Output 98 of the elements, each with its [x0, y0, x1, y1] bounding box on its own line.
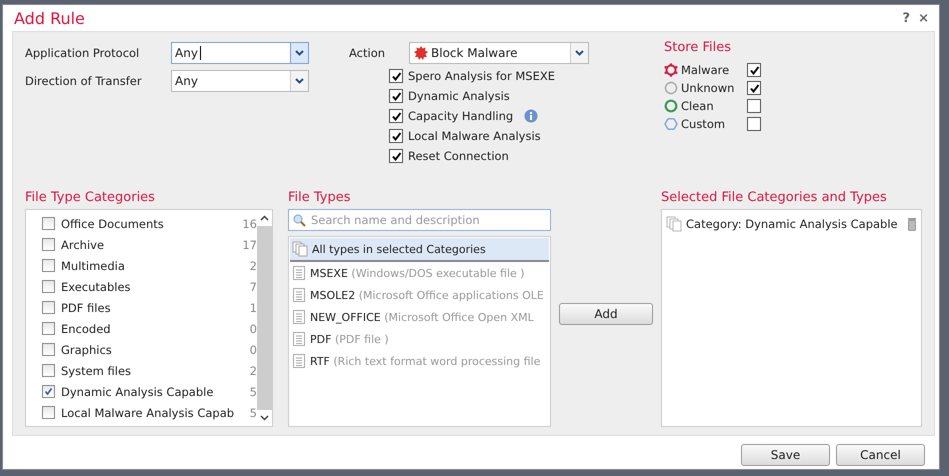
checkbox[interactable]: [747, 117, 761, 131]
footer-button[interactable]: Save: [741, 444, 830, 466]
field-label: Direction of Transfer: [25, 74, 143, 88]
checkbox[interactable]: [42, 343, 55, 356]
chevron-down-icon: [295, 50, 304, 56]
help-button[interactable]: ?: [900, 10, 912, 26]
file-type-item[interactable]: MSOLE2 (Microsoft Office applications OLE: [290, 284, 549, 306]
documents-icon: [292, 241, 308, 257]
circle-icon: [664, 99, 678, 113]
file-type-item[interactable]: RTF (Rich text format word processing file: [290, 350, 549, 372]
checkbox[interactable]: [42, 280, 55, 293]
category-count: 5: [248, 406, 257, 420]
bug-icon: [413, 45, 429, 61]
direction-dropdown[interactable]: Any: [171, 70, 309, 92]
section-heading: File Type Categories: [25, 190, 156, 205]
category-count: 17: [241, 238, 257, 252]
field-label: Application Protocol: [25, 46, 140, 60]
checkbox[interactable]: [389, 149, 403, 163]
checkbox[interactable]: [42, 322, 55, 335]
circle-icon: [664, 81, 678, 95]
action-dropdown[interactable]: Block Malware: [409, 42, 589, 64]
checkbox[interactable]: [42, 364, 55, 377]
checkbox-label: Dynamic Analysis: [408, 89, 510, 103]
category-name: Encoded: [61, 322, 112, 336]
protocol-dropdown[interactable]: Any: [171, 42, 309, 64]
checkbox[interactable]: [42, 217, 55, 230]
trash-icon[interactable]: [907, 217, 917, 231]
checkbox[interactable]: [42, 238, 55, 251]
checkbox[interactable]: [747, 81, 761, 95]
footer-button[interactable]: Cancel: [836, 444, 925, 466]
gear-icon: [664, 63, 678, 77]
file-disposition-label: Malware: [681, 63, 730, 77]
search-icon: [293, 214, 306, 226]
file-type-item[interactable]: NEW_OFFICE (Microsoft Office Open XML: [290, 306, 549, 328]
category-name: Archive: [61, 238, 106, 252]
chevron-down-icon: [575, 50, 584, 56]
category-count: 7: [248, 280, 257, 294]
document-icon: [292, 353, 306, 369]
close-button[interactable]: ×: [916, 10, 931, 26]
file-type-label: MSEXE (Windows/DOS executable file ): [310, 266, 525, 280]
category-count: 2: [248, 364, 257, 378]
hexagon-icon: [664, 117, 678, 131]
checkbox-label: Local Malware Analysis: [408, 129, 541, 143]
file-disposition-label: Clean: [681, 99, 715, 113]
category-count: 2: [248, 258, 257, 272]
file-type-item[interactable]: PDF (PDF file ): [290, 328, 549, 350]
checkbox-label: Capacity Handling: [408, 109, 514, 123]
documents-icon: [666, 216, 682, 232]
category-name: PDF files: [61, 300, 112, 314]
file-type-label: NEW_OFFICE (Microsoft Office Open XML: [310, 310, 534, 324]
file-type-label: PDF (PDF file ): [310, 332, 389, 346]
checkbox-label: Spero Analysis for MSEXE: [408, 69, 555, 83]
section-heading: Selected File Categories and Types: [661, 190, 888, 205]
chevron-up-icon[interactable]: [260, 215, 269, 221]
category-count: 0: [248, 322, 257, 336]
selected-item-label: Category: Dynamic Analysis Capable: [686, 217, 899, 231]
file-type-label: All types in selected Categories: [312, 242, 486, 256]
category-name: Multimedia: [61, 258, 126, 272]
file-type-item[interactable]: MSEXE (Windows/DOS executable file ): [290, 262, 549, 284]
document-icon: [292, 331, 306, 347]
checkbox[interactable]: [389, 69, 403, 83]
search-field[interactable]: Search name and description: [288, 209, 551, 231]
category-count: 5: [248, 384, 257, 398]
file-disposition-label: Custom: [681, 117, 726, 131]
category-name: Executables: [61, 280, 132, 294]
document-icon: [292, 287, 306, 303]
checkbox[interactable]: [42, 406, 55, 419]
checkbox[interactable]: [389, 129, 403, 143]
category-count: 1: [248, 300, 257, 314]
field-label: Action: [349, 46, 386, 60]
category-name: System files: [61, 364, 132, 378]
checkbox[interactable]: [747, 99, 761, 113]
section-heading: File Types: [288, 190, 352, 205]
document-icon: [292, 265, 306, 281]
checkbox[interactable]: [389, 109, 403, 123]
checkbox[interactable]: [389, 89, 403, 103]
category-name: Dynamic Analysis Capable: [61, 384, 214, 398]
checkbox[interactable]: [42, 385, 55, 398]
category-name: Graphics: [61, 342, 113, 356]
info-icon[interactable]: [524, 109, 538, 123]
file-type-item[interactable]: All types in selected Categories: [290, 238, 549, 262]
file-type-label: MSOLE2 (Microsoft Office applications OLE: [310, 288, 544, 302]
category-name: Office Documents: [61, 216, 165, 230]
file-type-label: RTF (Rich text format word processing file: [310, 354, 540, 368]
checkbox[interactable]: [747, 63, 761, 77]
section-heading: Store Files: [664, 40, 732, 55]
category-count: 0: [248, 342, 257, 356]
dialog-title: Add Rule: [14, 8, 85, 28]
category-count: 16: [241, 216, 257, 230]
checkbox[interactable]: [42, 259, 55, 272]
add-button[interactable]: Add: [559, 302, 653, 324]
document-icon: [292, 309, 306, 325]
checkbox[interactable]: [42, 301, 55, 314]
category-name: Local Malware Analysis Capab: [61, 406, 235, 420]
chevron-down-icon[interactable]: [260, 415, 269, 421]
chevron-down-icon: [295, 78, 304, 84]
file-disposition-label: Unknown: [681, 81, 736, 95]
checkbox-label: Reset Connection: [408, 149, 509, 163]
